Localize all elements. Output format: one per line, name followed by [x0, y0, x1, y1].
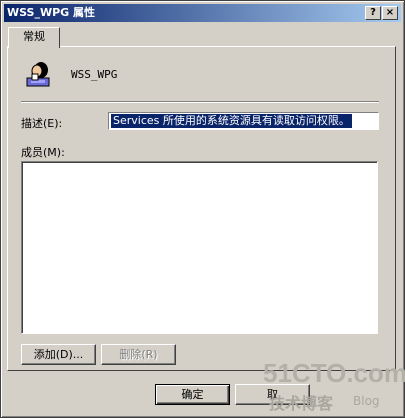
title-bar[interactable]: WSS_WPG 属性: [4, 4, 401, 22]
window-title: WSS_WPG 属性: [7, 6, 96, 19]
help-button[interactable]: ?: [365, 6, 381, 20]
description-value: Services 所使用的系统资源具有读取访问权限。: [111, 114, 352, 128]
tab-general[interactable]: 常规: [8, 27, 60, 48]
group-name: WSS_WPG: [71, 68, 118, 81]
ok-button[interactable]: 确定: [155, 384, 230, 405]
remove-button[interactable]: 删除(R): [101, 344, 176, 365]
members-label: 成员(M):: [21, 146, 65, 159]
description-field[interactable]: Services 所使用的系统资源具有读取访问权限。: [108, 112, 379, 130]
add-button[interactable]: 添加(D)...: [21, 344, 96, 365]
group-icon: [23, 59, 53, 89]
members-list[interactable]: [21, 161, 378, 334]
close-button[interactable]: ×: [382, 6, 398, 20]
properties-dialog: WSS_WPG 属性 ? × 常规 WSS_WPG 描述(E): Service…: [0, 0, 405, 418]
separator: [21, 101, 379, 103]
watermark-subtitle: 技术博客: [269, 394, 334, 413]
watermark-blog: Blog: [353, 394, 380, 408]
watermark-logo: 51CTO.com: [263, 358, 405, 388]
description-label: 描述(E):: [21, 117, 63, 130]
